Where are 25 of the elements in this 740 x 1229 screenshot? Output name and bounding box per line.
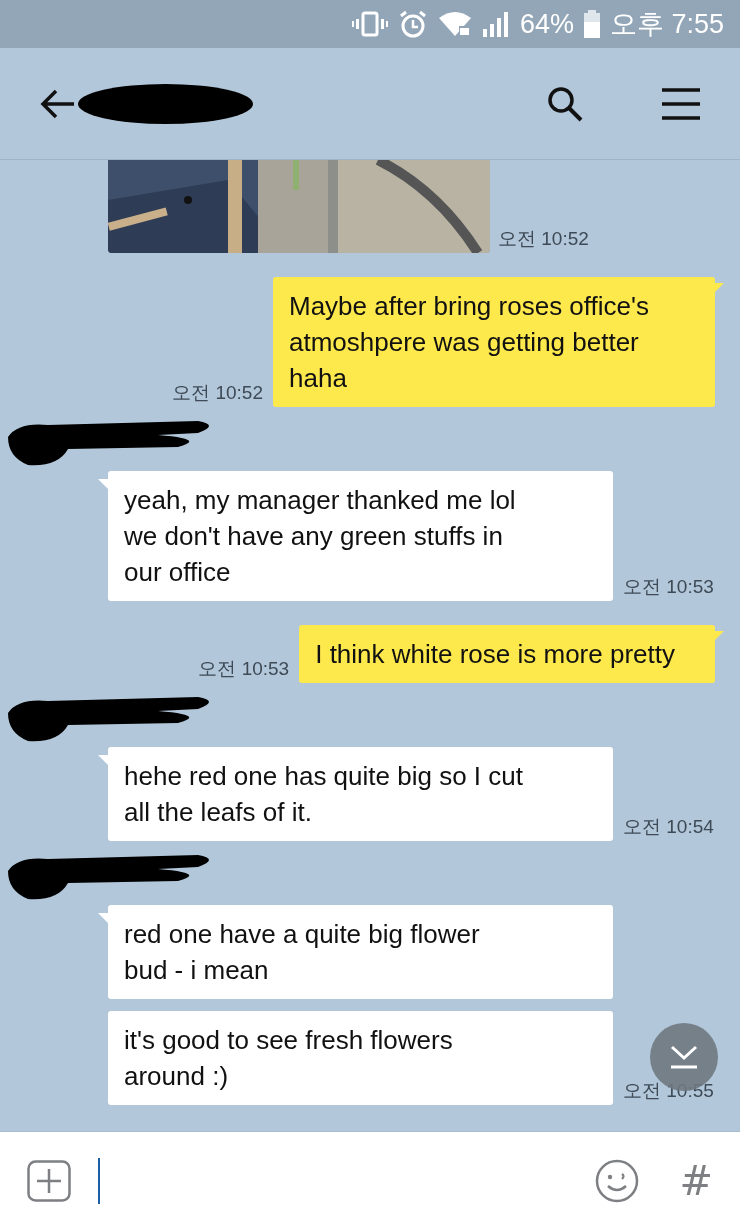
message-time: 오전 10:52 <box>498 226 589 251</box>
search-icon[interactable] <box>546 84 584 123</box>
message-bubble: hehe red one has quite big so I cut all the leafs of it. <box>108 747 613 841</box>
message-bubble: I think white rose is more pretty <box>299 625 715 683</box>
alarm-icon <box>397 9 428 39</box>
message-time: 오전 10:53 <box>198 656 290 681</box>
wifi-icon <box>437 11 472 37</box>
message-bubble: yeah, my manager thanked me lol we don't have any green stuffs in our office <box>108 471 613 601</box>
battery-percent: 64% <box>519 7 574 41</box>
message-time: 오전 10:52 <box>172 380 263 405</box>
clock: 오후 7:55 <box>609 7 724 41</box>
message-bubble: it's good to see fresh flowers around :) <box>108 1011 613 1105</box>
vibrate-icon <box>351 10 388 38</box>
message-bubble: red one have a quite big flower bud - i mean <box>108 905 613 999</box>
add-icon[interactable] <box>27 1159 71 1202</box>
message-time: 오전 10:53 <box>623 574 714 599</box>
back-arrow-icon[interactable] <box>40 88 76 119</box>
chevron-down-icon <box>669 1045 699 1069</box>
message-bubble: Maybe after bring roses office's atmoshpere was getting better haha <box>273 277 715 407</box>
menu-icon[interactable] <box>662 87 700 120</box>
battery-icon <box>583 10 600 38</box>
signal-icon <box>481 11 510 37</box>
emoji-icon[interactable] <box>595 1158 640 1203</box>
message-time: 오전 10:54 <box>623 814 714 839</box>
hashtag-button[interactable]: # <box>679 1150 713 1211</box>
